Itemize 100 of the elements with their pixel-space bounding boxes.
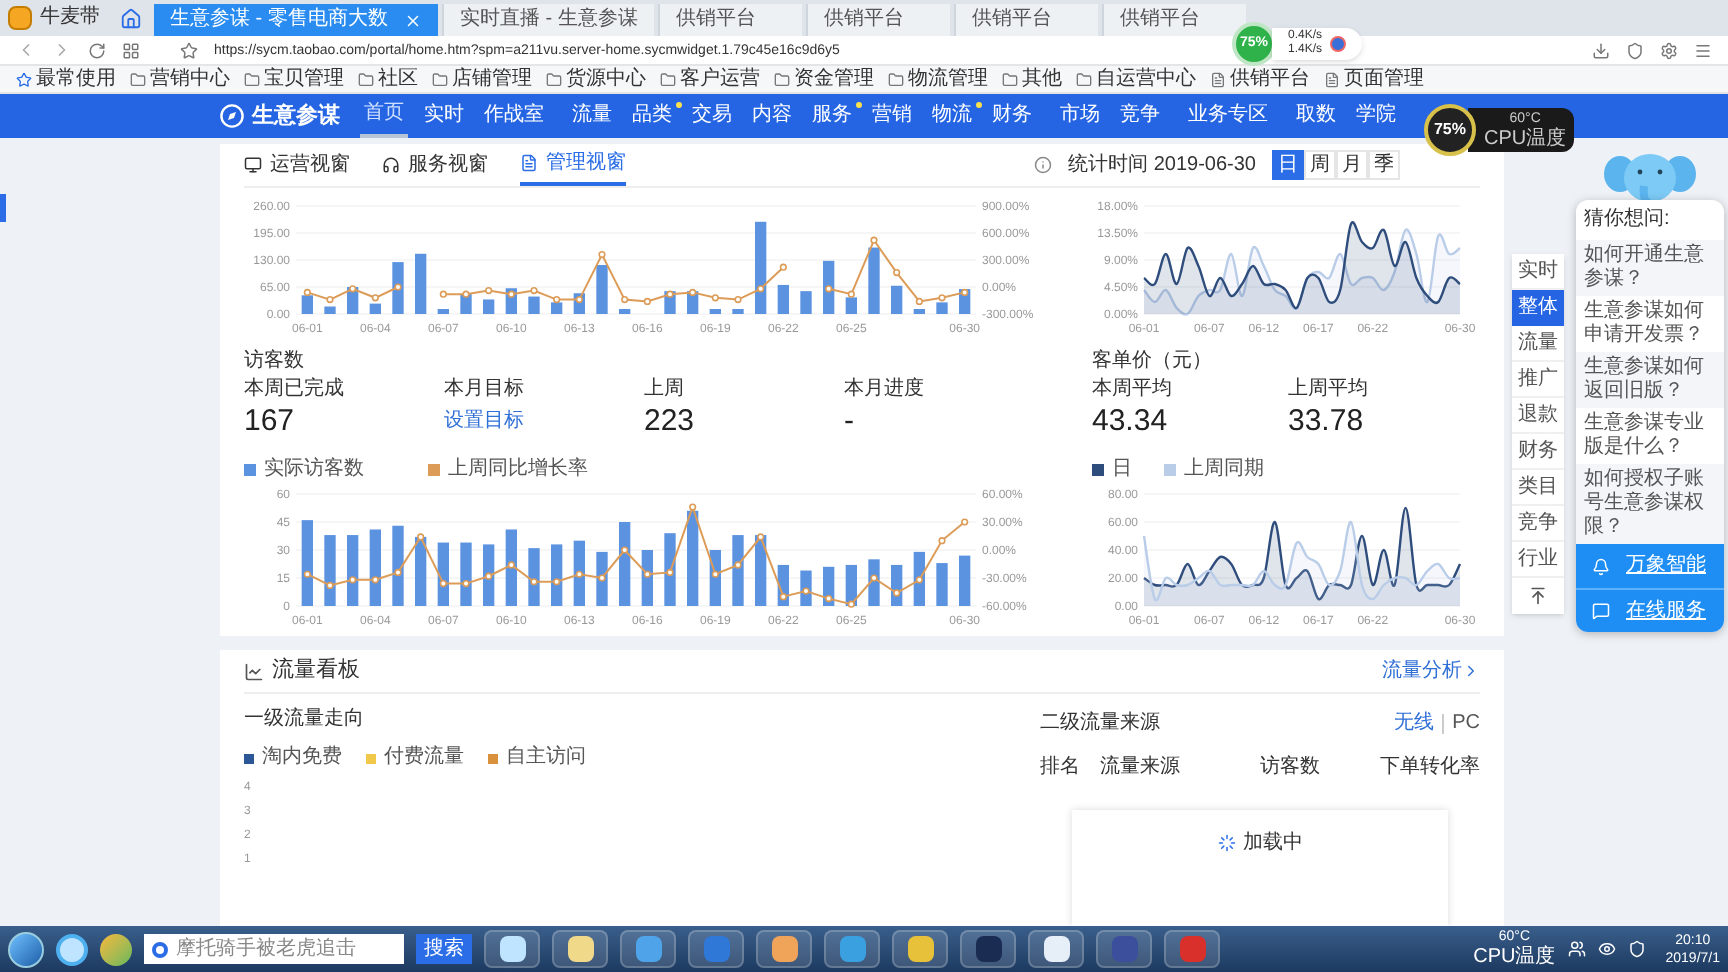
download-icon[interactable]	[1592, 41, 1610, 59]
taskbar-app-icon[interactable]	[552, 930, 608, 968]
bookmark[interactable]: 最常使用	[16, 69, 116, 89]
view-tab[interactable]: 服务视窗	[382, 144, 488, 186]
refresh-icon[interactable]	[88, 41, 106, 59]
taskbar-app-icon[interactable]	[824, 930, 880, 968]
toggle-option[interactable]: PC	[1442, 714, 1480, 734]
nav-item[interactable]: 市场	[1056, 94, 1104, 138]
bar	[913, 551, 925, 606]
nav-item[interactable]: 物流	[928, 94, 976, 138]
bar	[687, 510, 699, 606]
app-icon[interactable]	[100, 933, 132, 965]
section-title: 客单价（元）	[1092, 352, 1214, 372]
star-icon[interactable]	[180, 41, 198, 59]
taskbar-app-icon[interactable]	[756, 930, 812, 968]
bookmark[interactable]: 资金管理	[774, 69, 874, 89]
view-tab[interactable]: 管理视窗	[520, 144, 626, 186]
taskbar-app-icon[interactable]	[892, 930, 948, 968]
bar	[845, 564, 857, 606]
bar	[415, 253, 427, 314]
bookmark[interactable]: 社区	[358, 69, 418, 89]
nav-item[interactable]: 流量	[568, 94, 616, 138]
period-button[interactable]: 季	[1368, 150, 1400, 180]
taskbar-app-icon[interactable]	[620, 930, 676, 968]
period-button[interactable]: 日	[1272, 150, 1304, 180]
bar	[868, 559, 880, 606]
nav-item[interactable]: 竞争	[1116, 94, 1164, 138]
menu-icon[interactable]	[1694, 41, 1712, 59]
people-icon[interactable]	[1567, 940, 1586, 958]
browser-tab[interactable]: 供销平台	[953, 4, 1098, 36]
nav-item[interactable]: 业务专区	[1184, 94, 1272, 138]
nav-item[interactable]: 财务	[988, 94, 1036, 138]
side-menu-item[interactable]: 行业	[1512, 542, 1564, 578]
bar	[596, 551, 608, 606]
bookmark[interactable]: 物流管理	[888, 69, 988, 89]
toggle-option[interactable]: 无线	[1394, 714, 1435, 734]
bookmark[interactable]: 自运营中心	[1076, 69, 1196, 89]
eye-icon[interactable]	[1597, 940, 1616, 958]
chevron-icon	[1462, 662, 1480, 680]
side-menu-item[interactable]: 整体	[1512, 290, 1564, 326]
question-link[interactable]: 生意参谋如何申请开发票？	[1576, 296, 1724, 352]
bar	[369, 529, 381, 606]
period-button[interactable]: 月	[1336, 150, 1368, 180]
nav-item[interactable]: 学院	[1352, 94, 1400, 138]
view-tab[interactable]: 运营视窗	[244, 144, 350, 186]
side-menu-item[interactable]: 竞争	[1512, 506, 1564, 542]
question-link[interactable]: 如何开通生意参谋？	[1576, 240, 1724, 296]
nav-item[interactable]: 服务	[808, 94, 856, 138]
bar	[777, 284, 789, 314]
period-button[interactable]: 周	[1304, 150, 1336, 180]
search-button[interactable]: 搜索	[416, 934, 472, 964]
side-menu-item[interactable]: 类目	[1512, 470, 1564, 506]
traffic-analysis-link[interactable]: 流量分析	[1382, 661, 1480, 681]
nav-item[interactable]: 首页	[360, 94, 408, 138]
app-name: 牛麦带	[40, 8, 100, 28]
taskbar-app-icon[interactable]	[1028, 930, 1084, 968]
question-link[interactable]: 如何授权子账号生意参谋权限？	[1576, 464, 1724, 544]
shield-icon[interactable]	[1626, 41, 1644, 59]
bookmark[interactable]: 货源中心	[546, 69, 646, 89]
side-menu-item[interactable]: 推广	[1512, 362, 1564, 398]
bookmark[interactable]: 其他	[1002, 69, 1062, 89]
browser-tab[interactable]: 实时直播 - 生意参谋	[442, 4, 654, 36]
nav-item[interactable]: 营销	[868, 94, 916, 138]
bookmark[interactable]: 店铺管理	[432, 69, 532, 89]
taskbar-app-icon[interactable]	[960, 930, 1016, 968]
back-to-top-icon[interactable]	[1528, 586, 1548, 606]
bar	[528, 296, 540, 314]
bookmark[interactable]: 客户运营	[660, 69, 760, 89]
taskbar-app-icon[interactable]	[484, 930, 540, 968]
nav-item[interactable]: 内容	[748, 94, 796, 138]
browser-tab[interactable]: 供销平台	[1101, 4, 1246, 36]
browser-icon[interactable]	[56, 933, 88, 965]
bookmark[interactable]: 宝贝管理	[244, 69, 344, 89]
side-menu-item[interactable]: 流量	[1512, 326, 1564, 362]
bookmark[interactable]: 供销平台	[1210, 69, 1310, 89]
home-icon[interactable]	[120, 8, 142, 30]
stat-label: 上周	[644, 380, 686, 400]
close-icon[interactable]	[404, 11, 422, 29]
search-field[interactable]: 摩托骑手被老虎追击	[144, 934, 404, 964]
side-menu-item[interactable]: 财务	[1512, 434, 1564, 470]
question-link[interactable]: 生意参谋如何返回旧版？	[1576, 352, 1724, 408]
legend-swatch	[428, 464, 440, 476]
browser-tab[interactable]: 供销平台	[657, 4, 802, 36]
settings-icon[interactable]	[1660, 41, 1678, 59]
bookmark[interactable]: 页面管理	[1324, 69, 1424, 89]
set-goal-link[interactable]: 设置目标	[444, 404, 644, 440]
start-button[interactable]	[8, 931, 44, 967]
bar	[959, 555, 971, 606]
question-link[interactable]: 生意参谋专业版是什么？	[1576, 408, 1724, 464]
side-menu-item[interactable]: 退款	[1512, 398, 1564, 434]
nav-item[interactable]: 实时	[420, 94, 468, 138]
nav-item[interactable]: 取数	[1292, 94, 1340, 138]
nav-item[interactable]: 作战室	[480, 94, 548, 138]
bookmark[interactable]: 营销中心	[130, 69, 230, 89]
stat-label: 本周已完成	[244, 380, 346, 400]
nav-item[interactable]: 品类	[628, 94, 676, 138]
grid-icon[interactable]	[122, 41, 140, 59]
bar	[664, 533, 676, 606]
nav-item[interactable]: 交易	[688, 94, 736, 138]
browser-tab[interactable]: 供销平台	[805, 4, 950, 36]
